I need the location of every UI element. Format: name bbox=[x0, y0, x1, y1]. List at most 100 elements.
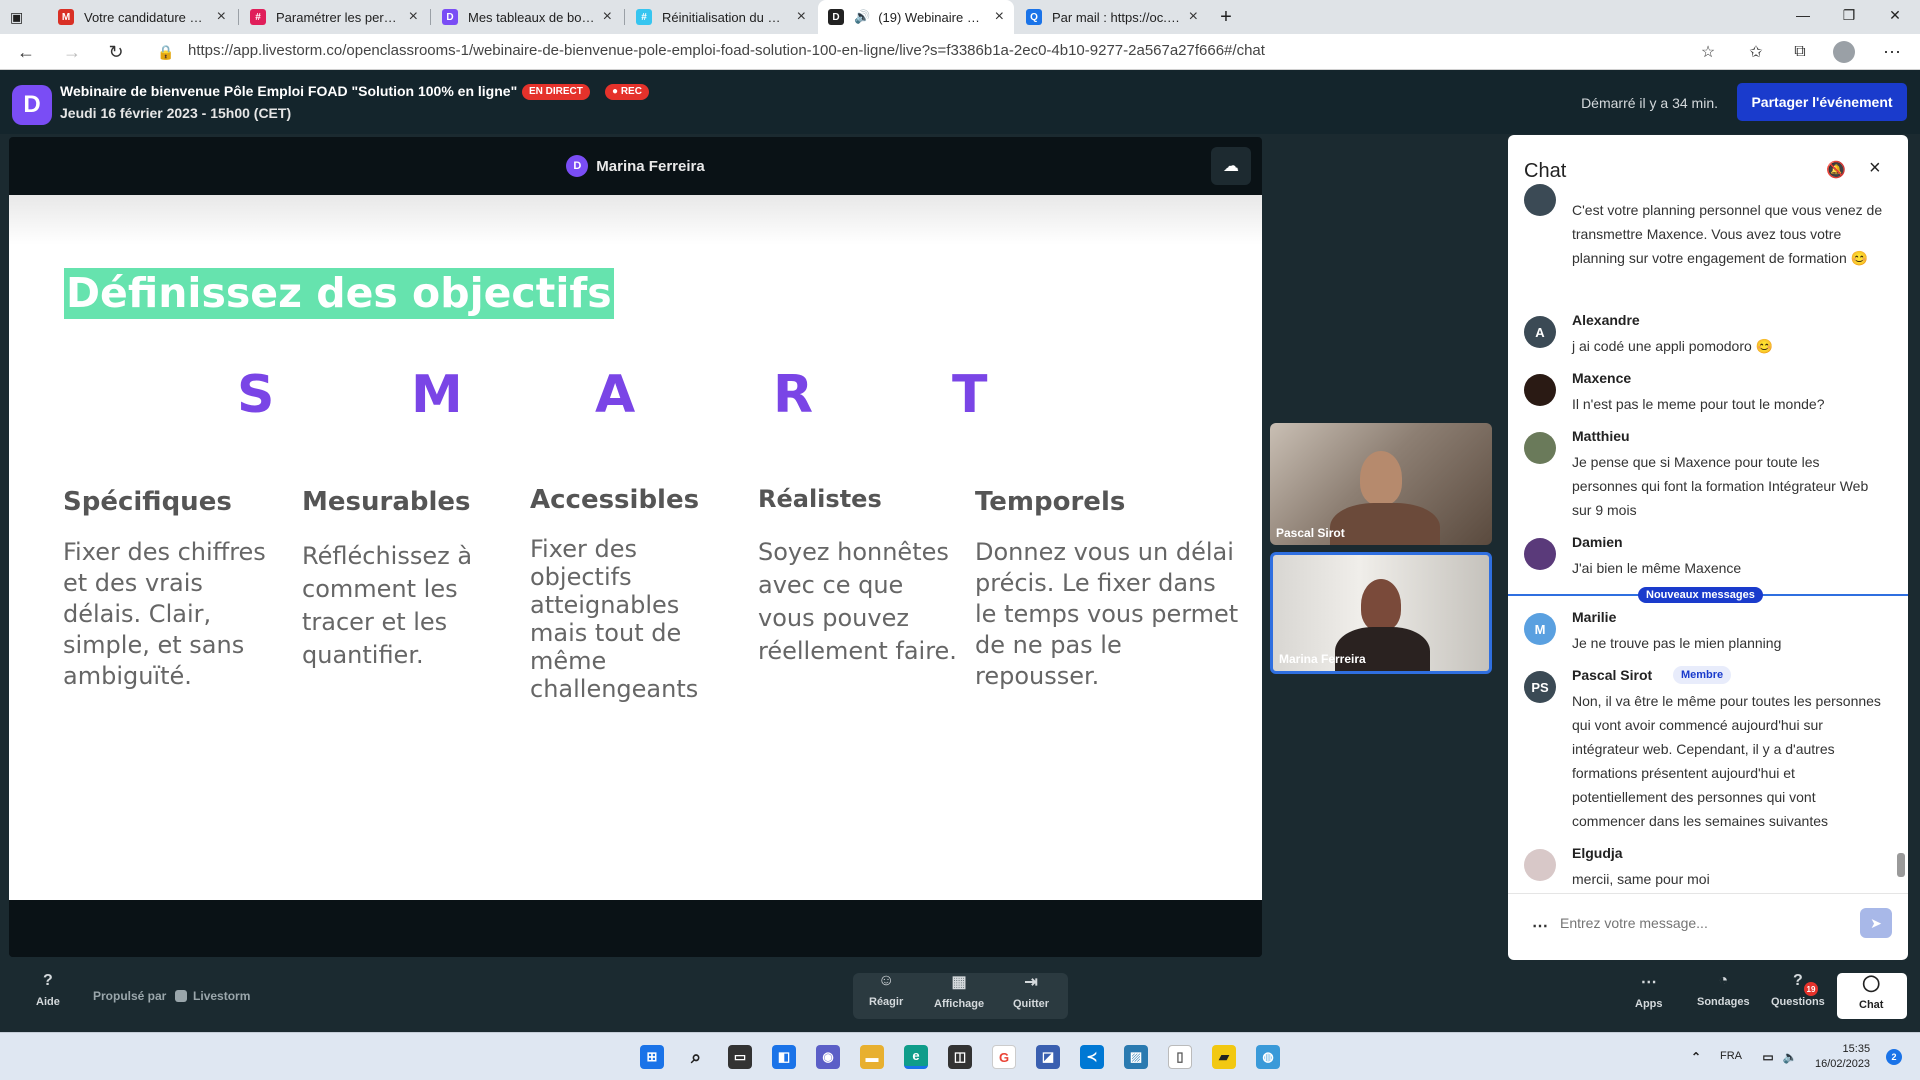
chat-tab-button[interactable]: ◯ Chat bbox=[1837, 973, 1907, 1019]
tab-5[interactable]: Q Par mail : https://oc.cm/contact × bbox=[1016, 0, 1208, 34]
tab-3[interactable]: # Réinitialisation du mot de passe × bbox=[626, 0, 816, 34]
favorite-button[interactable]: ☆ bbox=[1694, 38, 1722, 66]
stage-footer bbox=[9, 900, 1262, 957]
display-label: Affichage bbox=[934, 998, 985, 1010]
minimize-button[interactable]: — bbox=[1780, 0, 1826, 30]
file-explorer-icon[interactable]: ▬ bbox=[860, 1045, 884, 1069]
globe-icon[interactable]: ◍ bbox=[1256, 1045, 1280, 1069]
chat-tab-content: ◯ Chat bbox=[1859, 973, 1883, 1011]
apps-icon: ⋯ bbox=[1640, 974, 1657, 991]
collections-button[interactable]: ⧉ bbox=[1786, 38, 1814, 66]
chat-message-text: mercii, same pour moi bbox=[1572, 871, 1710, 887]
close-tab-icon[interactable]: × bbox=[603, 8, 612, 26]
chat-message-author: Elgudja bbox=[1572, 845, 1623, 861]
tab-0[interactable]: M Votre candidature au programme × bbox=[48, 0, 236, 34]
close-tab-icon[interactable]: × bbox=[409, 8, 418, 26]
chat-message-author: Damien bbox=[1572, 534, 1623, 550]
speaker-icon[interactable]: 🔈 bbox=[1778, 1045, 1802, 1069]
back-button[interactable]: ← bbox=[12, 38, 40, 66]
vscode-icon[interactable]: ≺ bbox=[1080, 1045, 1104, 1069]
video-tile-marina[interactable]: Marina Ferreira bbox=[1270, 552, 1492, 674]
sticky-notes-icon[interactable]: ▰ bbox=[1212, 1045, 1236, 1069]
cloud-icon: ☁ bbox=[1223, 158, 1239, 175]
chat-scrollbar[interactable] bbox=[1897, 175, 1905, 855]
search-icon[interactable]: ⌕ bbox=[684, 1045, 708, 1069]
close-tab-icon[interactable]: × bbox=[1189, 8, 1198, 26]
chat-message-author: Pascal Sirot bbox=[1572, 667, 1653, 683]
presenter-bar: D Marina Ferreira bbox=[9, 137, 1262, 195]
avatar bbox=[1524, 374, 1556, 406]
edge-browser-icon[interactable]: e bbox=[904, 1045, 928, 1069]
chat-message-text: C'est votre planning personnel que vous … bbox=[1572, 202, 1883, 266]
polls-button[interactable]: ◔ Sondages bbox=[1697, 972, 1750, 1008]
chat-title: Chat bbox=[1524, 160, 1567, 182]
more-options-button[interactable]: ⋯ bbox=[1532, 916, 1548, 936]
quit-button[interactable]: ⇥ Quitter bbox=[1013, 972, 1049, 1010]
store-icon[interactable]: ◫ bbox=[948, 1045, 972, 1069]
chevron-up-icon[interactable]: ⌃ bbox=[1684, 1045, 1708, 1069]
close-icon: ✕ bbox=[1889, 6, 1901, 23]
restore-button[interactable]: ❐ bbox=[1826, 0, 1872, 30]
tab-1[interactable]: # Paramétrer les personnes - OC - × bbox=[240, 0, 428, 34]
close-tab-icon[interactable]: × bbox=[995, 8, 1004, 26]
apps-button[interactable]: ⋯ Apps bbox=[1635, 972, 1663, 1010]
started-time: Démarré il y a 34 min. bbox=[1581, 95, 1718, 111]
stage: D Marina Ferreira ☁ Définissez des objec… bbox=[9, 137, 1262, 957]
widgets-icon[interactable]: ◧ bbox=[772, 1045, 796, 1069]
windows-start-icon[interactable]: ⊞ bbox=[640, 1045, 664, 1069]
avatar: A bbox=[1524, 316, 1556, 348]
cloud-sync-button[interactable]: ☁ bbox=[1211, 147, 1251, 185]
speaker-icon[interactable]: 🔊 bbox=[854, 9, 870, 25]
react-button[interactable]: ☺ Réagir bbox=[869, 972, 903, 1008]
tab-4-active[interactable]: D 🔊 (19) Webinaire de bienvenu × bbox=[818, 0, 1014, 34]
star-icon: ☆ bbox=[1700, 44, 1716, 61]
slack-icon: # bbox=[636, 9, 652, 25]
tab-2[interactable]: D Mes tableaux de bord - Mes cou × bbox=[432, 0, 622, 34]
site-info-button[interactable]: 🔒 bbox=[152, 38, 180, 66]
send-message-button[interactable]: ➤ bbox=[1860, 908, 1892, 938]
clock[interactable]: 15:35 16/02/2023 bbox=[1815, 1042, 1870, 1072]
settings-menu-button[interactable]: ⋯ bbox=[1878, 38, 1906, 66]
chat-scroll-thumb[interactable] bbox=[1897, 853, 1905, 877]
tab-title: Paramétrer les personnes - OC - bbox=[276, 9, 401, 25]
google-chrome-icon[interactable]: G bbox=[992, 1045, 1016, 1069]
favorites-button[interactable]: ✩ bbox=[1742, 38, 1770, 66]
photos-icon[interactable]: ▨ bbox=[1124, 1045, 1148, 1069]
livestorm-icon: D bbox=[828, 9, 844, 25]
webcam-person bbox=[1361, 579, 1401, 631]
teams-chat-icon[interactable]: ◉ bbox=[816, 1045, 840, 1069]
tab-actions-button[interactable]: ▣ bbox=[0, 0, 40, 34]
profile-button[interactable] bbox=[1830, 38, 1858, 66]
close-tab-icon[interactable]: × bbox=[217, 8, 226, 26]
control-bar: ? Aide Propulsé par Livestorm ☺ Réagir ▦… bbox=[0, 960, 1920, 1032]
display-icon[interactable]: ▭ bbox=[1756, 1045, 1780, 1069]
chat-message-input[interactable] bbox=[1560, 908, 1830, 938]
help-button[interactable]: ? Aide bbox=[36, 972, 60, 1008]
new-tab-button[interactable]: + bbox=[1210, 0, 1242, 34]
powered-brand[interactable]: Livestorm bbox=[193, 989, 250, 1003]
task-view-icon[interactable]: ▭ bbox=[728, 1045, 752, 1069]
column-heading-realistes: Réalistes bbox=[758, 485, 882, 513]
reload-button[interactable]: ↻ bbox=[102, 38, 130, 66]
address-bar-row: ← → ↻ 🔒 https://app.livestorm.co/opencla… bbox=[0, 34, 1920, 70]
close-tab-icon[interactable]: × bbox=[797, 8, 806, 26]
layout-icon: ▦ bbox=[951, 974, 967, 991]
language-indicator[interactable]: FRA bbox=[1720, 1050, 1742, 1062]
more-icon: ⋯ bbox=[1532, 918, 1548, 935]
video-tile-pascal[interactable]: Pascal Sirot bbox=[1270, 423, 1492, 545]
share-event-button[interactable]: Partager l'événement bbox=[1737, 83, 1907, 121]
forward-button[interactable]: → bbox=[58, 38, 86, 66]
display-button[interactable]: ▦ Affichage bbox=[934, 972, 984, 1010]
close-window-button[interactable]: ✕ bbox=[1872, 0, 1918, 30]
mute-chat-button[interactable]: 🔕 bbox=[1826, 160, 1846, 180]
app-icon[interactable]: ◪ bbox=[1036, 1045, 1060, 1069]
notification-count-badge[interactable]: 2 bbox=[1886, 1049, 1902, 1065]
url-field[interactable]: https://app.livestorm.co/openclassrooms-… bbox=[188, 42, 1265, 59]
exit-icon: ⇥ bbox=[1024, 974, 1038, 991]
close-chat-button[interactable]: × bbox=[1869, 157, 1881, 180]
column-heading-temporels: Temporels bbox=[975, 487, 1126, 517]
pie-chart-icon: ◔ bbox=[1718, 972, 1729, 989]
column-text-specifiques: Fixer des chiffres et des vrais délais. … bbox=[63, 538, 266, 690]
notepad-icon[interactable]: ▯ bbox=[1168, 1045, 1192, 1069]
chat-message-text: J'ai bien le même Maxence bbox=[1572, 560, 1742, 576]
